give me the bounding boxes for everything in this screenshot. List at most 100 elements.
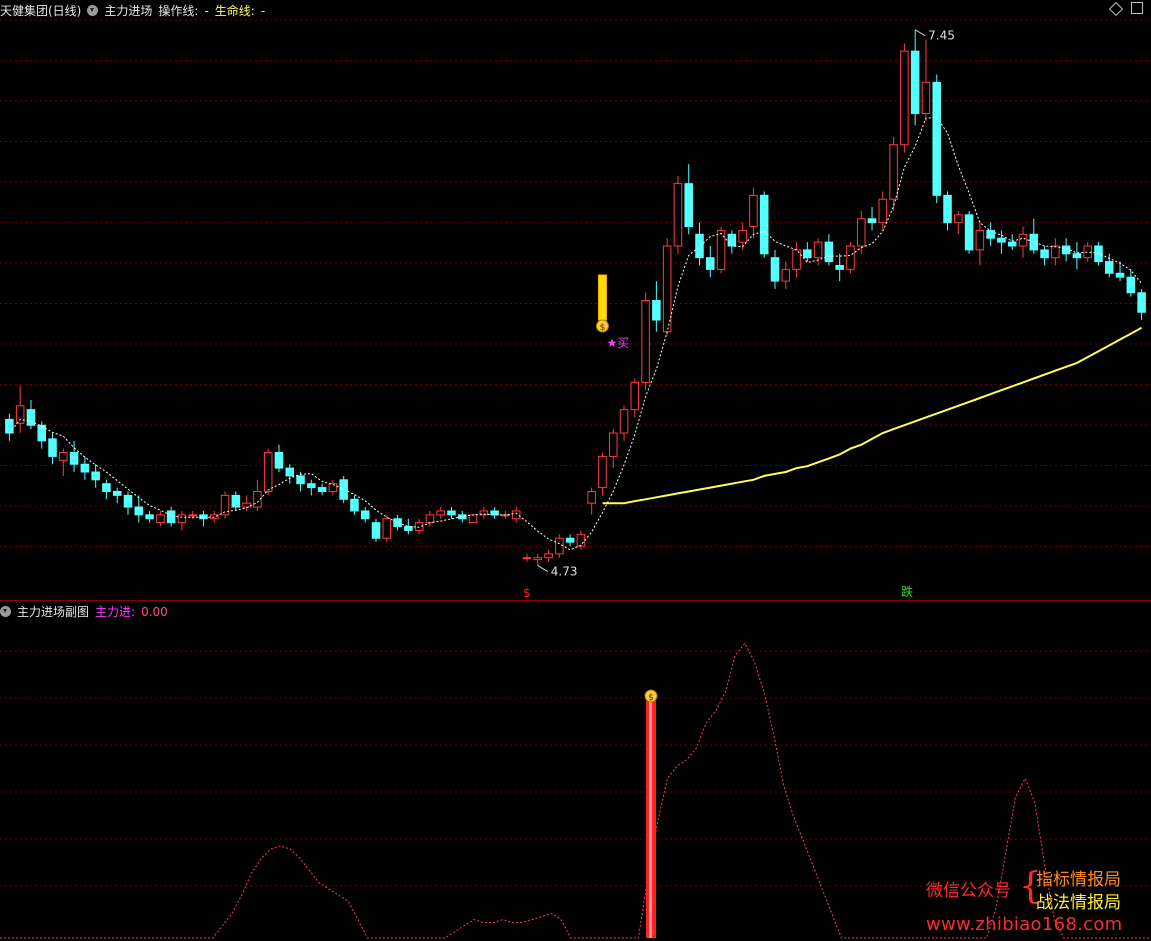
candle-down: [652, 300, 661, 321]
candle-up: [878, 198, 888, 224]
buy-star-label: ★买: [606, 336, 629, 350]
candle-down: [1094, 245, 1103, 263]
candle-down: [102, 483, 111, 492]
high-pointer: [914, 29, 926, 37]
candle-up: [468, 514, 478, 524]
dollar-marker: $: [600, 323, 606, 333]
candle-up: [263, 452, 273, 492]
candle-up: [1018, 233, 1028, 247]
candle-up: [425, 514, 435, 524]
candle-up: [749, 194, 758, 228]
watermark-wechat: 微信公众号: [926, 881, 1011, 901]
candle-down: [37, 424, 47, 442]
watermark-brand1: 指标情报局: [1036, 870, 1121, 890]
bottom-signal-s: $: [523, 586, 531, 600]
life-line-label: 生命线:: [214, 4, 255, 18]
candle-up: [382, 518, 392, 539]
sub-indicator-dropdown-icon[interactable]: [0, 606, 11, 617]
candle-down: [770, 257, 780, 282]
candle-up: [188, 514, 197, 517]
candle-up: [156, 514, 165, 524]
signal-bar-highlight: [649, 701, 652, 938]
window-controls: [1108, 1, 1143, 17]
candle-down: [824, 241, 834, 263]
candle-up: [576, 533, 586, 547]
candle-up: [522, 557, 532, 560]
candle-down: [48, 438, 57, 457]
candle-up: [673, 183, 683, 247]
candle-down: [447, 510, 456, 516]
indicator-dropdown-icon[interactable]: [87, 5, 99, 16]
op-line-value: -: [204, 3, 209, 18]
sub-value-label: 主力进:: [95, 605, 136, 619]
candle-down: [910, 50, 920, 115]
candle-down: [835, 264, 844, 270]
candle-down: [231, 494, 241, 508]
candle-up: [436, 510, 445, 516]
candle-up: [587, 490, 596, 504]
candle-down: [5, 418, 14, 434]
candle-up: [954, 214, 963, 224]
candle-up: [975, 229, 985, 251]
candle-up: [533, 557, 543, 561]
candle-down: [706, 257, 715, 270]
candle-up: [856, 218, 866, 247]
candle-up: [781, 268, 791, 282]
candle-down: [360, 510, 370, 520]
candle-down: [943, 194, 952, 224]
candlestick-chart[interactable]: 7.454.73$★买$ 跌: [0, 0, 1151, 600]
low-pointer: [537, 565, 549, 572]
sub-indicator-name: 主力进场副图: [17, 605, 90, 619]
candle-down: [296, 475, 305, 485]
candle-down: [274, 452, 284, 469]
candle-up: [598, 455, 607, 489]
candle-down: [134, 506, 144, 516]
candle-up: [511, 510, 521, 520]
candle-down: [1007, 241, 1017, 247]
candle-up: [555, 537, 564, 555]
candle-up: [608, 432, 618, 457]
candle-down: [285, 467, 295, 477]
candle-down: [26, 409, 36, 426]
main-chart-panel[interactable]: 7.45 4.73 $ ★买 $ 跌 天健集团(日线) 主力进场 操作线: - 生命线: -: [0, 0, 1151, 600]
candle-down: [145, 514, 154, 520]
candle-down: [307, 483, 316, 489]
candle-up: [738, 229, 747, 243]
candle-up: [641, 300, 650, 383]
candle-down: [932, 81, 942, 196]
op-line-label: 操作线:: [158, 4, 199, 18]
candle-down: [1040, 249, 1049, 259]
sub-value: 0.00: [141, 604, 168, 619]
candle-down: [317, 487, 327, 492]
candle-down: [80, 463, 90, 473]
life-line: [602, 326, 1143, 505]
candle-down: [684, 183, 693, 228]
candle-down: [112, 490, 122, 496]
candle-up: [813, 241, 823, 259]
sub-header: 主力进场副图 主力进: 0.00: [0, 603, 168, 620]
candle-up: [619, 409, 629, 434]
candle-up: [662, 245, 672, 333]
bottom-signal-die: 跌: [901, 584, 913, 599]
diamond-icon[interactable]: [1108, 1, 1124, 17]
candle-up: [921, 81, 931, 115]
candle-down: [1104, 261, 1114, 274]
candle-down: [123, 494, 133, 508]
candle-down: [867, 218, 877, 224]
candle-up: [242, 502, 251, 508]
maximize-icon[interactable]: [1131, 2, 1143, 14]
stock-title: 天健集团(日线): [0, 4, 82, 18]
candle-down: [997, 237, 1006, 243]
candle-up: [630, 381, 640, 411]
candle-down: [350, 498, 359, 512]
high-price-label: 7.45: [928, 29, 955, 43]
candle-down: [1115, 272, 1125, 278]
candle-down: [803, 249, 812, 259]
candle-down: [1061, 245, 1071, 255]
candle-down: [69, 452, 79, 465]
candle-up: [1083, 245, 1092, 259]
candle-down: [565, 537, 575, 543]
main-header: 天健集团(日线) 主力进场 操作线: - 生命线: -: [0, 2, 265, 19]
candle-down: [458, 514, 467, 520]
candle-down: [371, 522, 381, 539]
